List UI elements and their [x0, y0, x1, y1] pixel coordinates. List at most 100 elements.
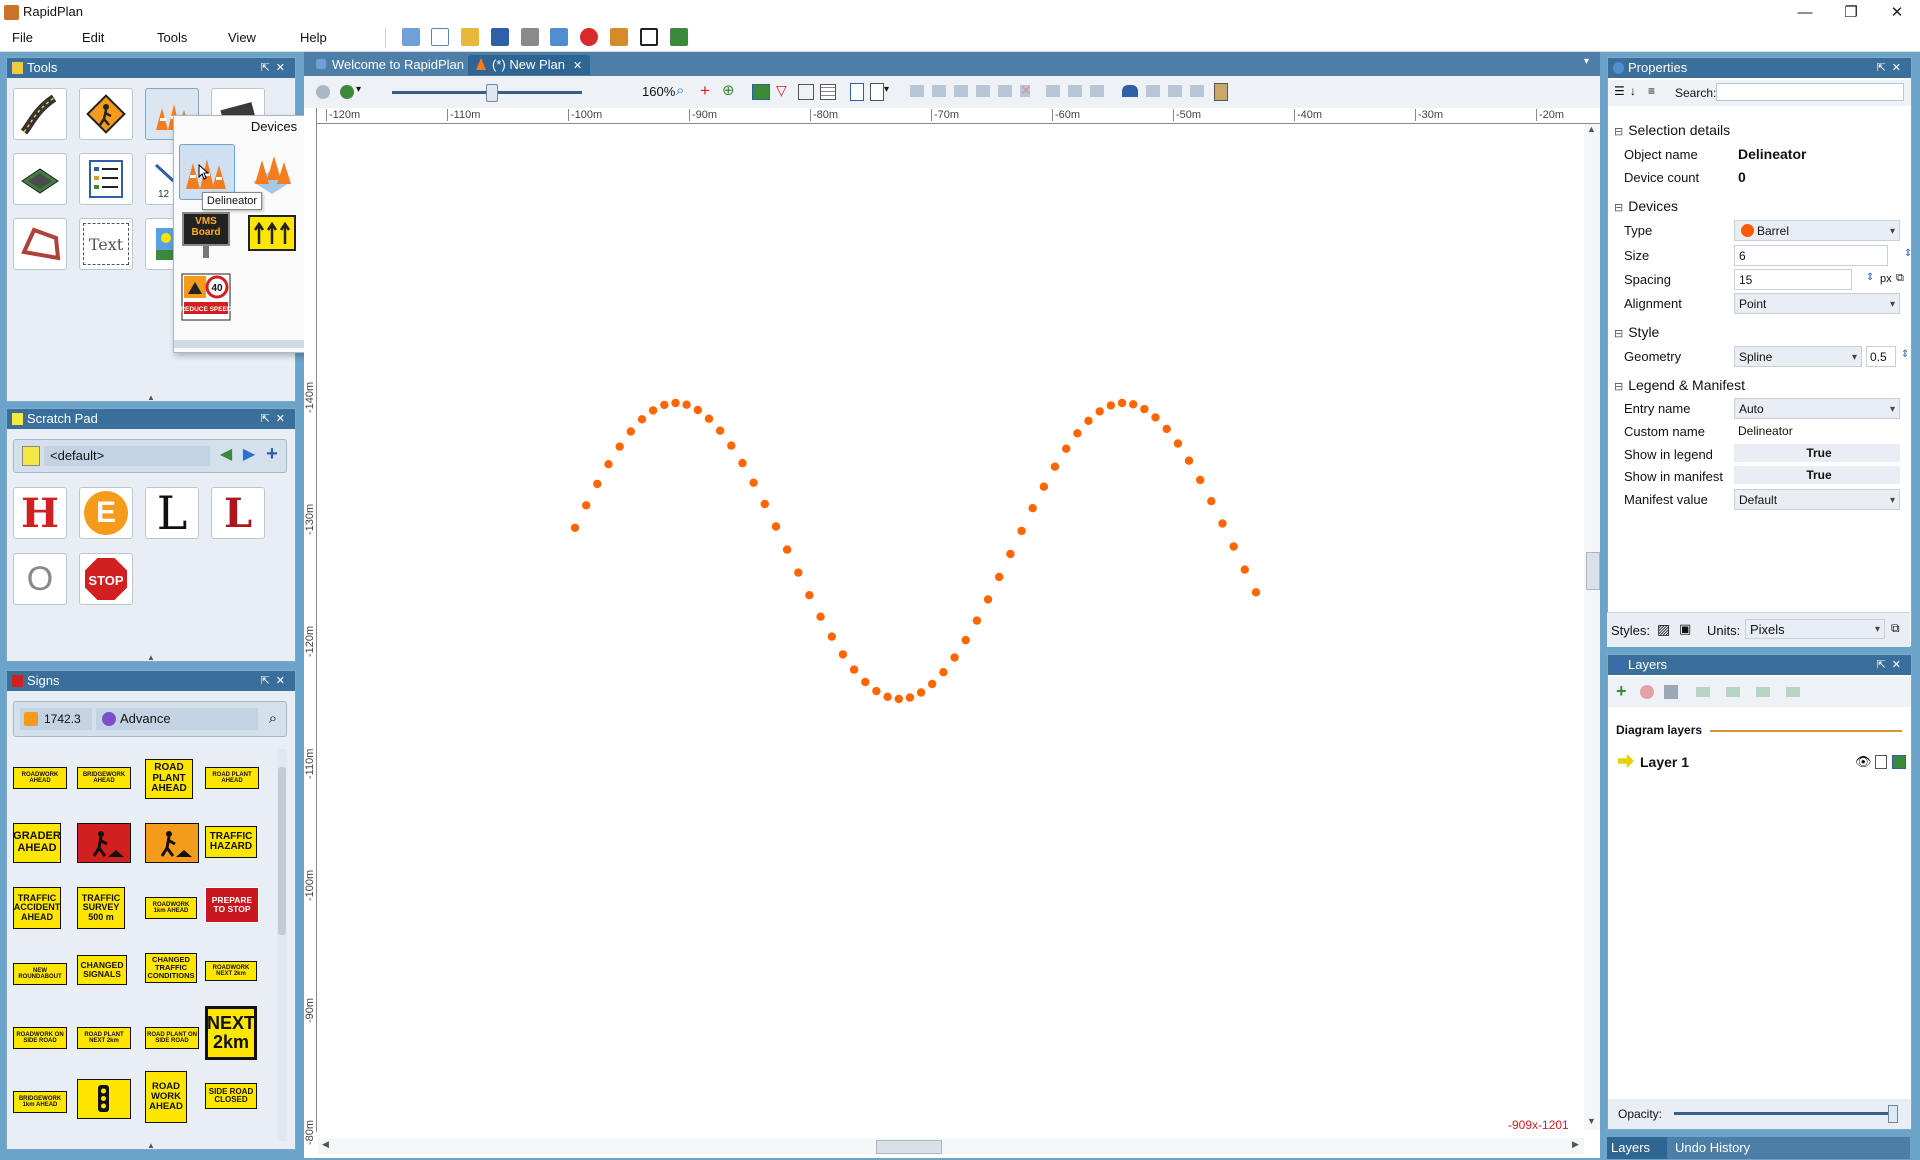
delineator-dot[interactable]	[1207, 497, 1216, 506]
globe-icon[interactable]	[316, 85, 330, 99]
entry-name-select[interactable]: Auto	[1734, 398, 1900, 420]
delineator-dot[interactable]	[671, 398, 680, 408]
map-icon[interactable]	[340, 85, 354, 99]
panel-pin-close-icon[interactable]: ⇱✕	[261, 58, 291, 78]
binoculars-icon[interactable]: ⌕	[264, 710, 282, 728]
delineator-dot[interactable]	[905, 693, 915, 702]
tab-undo-history[interactable]: Undo History	[1671, 1137, 1775, 1159]
scratch-item[interactable]: L	[211, 487, 265, 539]
scratch-item[interactable]: STOP	[79, 553, 133, 605]
sign-item[interactable]: NEW ROUNDABOUT	[13, 963, 67, 985]
opacity-track[interactable]	[1674, 1112, 1896, 1115]
canvas-vscroll[interactable]: ▲ ▼	[1584, 124, 1600, 1130]
minimize-button[interactable]: —	[1782, 0, 1828, 25]
geometry-select[interactable]: Spline	[1734, 346, 1862, 368]
scratch-pad-select[interactable]: <default>	[44, 446, 210, 466]
delineator-dot[interactable]	[1117, 398, 1127, 408]
signs-scrollbar[interactable]	[277, 749, 287, 1141]
section-legend-manifest[interactable]: Legend & Manifest	[1614, 377, 1745, 393]
sign-item[interactable]: CHANGED SIGNALS	[77, 955, 127, 985]
sign-item[interactable]: GRADER AHEAD	[13, 823, 61, 863]
sign-item[interactable]: TRAFFIC HAZARD	[205, 826, 257, 858]
sign-item[interactable]: ROAD PLANT ON SIDE ROAD	[145, 1027, 199, 1049]
sign-item[interactable]: ROADWORK ON SIDE ROAD	[13, 1027, 67, 1049]
canvas-hscroll[interactable]: ◀ ▶	[318, 1138, 1584, 1154]
delineator-dot[interactable]	[1095, 407, 1104, 416]
properties-search-input[interactable]	[1716, 83, 1904, 101]
layer-properties-icon[interactable]	[1664, 685, 1678, 699]
undo-icon[interactable]	[1122, 85, 1138, 97]
sign-item[interactable]: CHANGED TRAFFIC CONDITIONS	[145, 953, 197, 983]
units-link-icon[interactable]: ⧉	[1891, 621, 1900, 636]
sign-item[interactable]: ROAD PLANT AHEAD	[205, 767, 259, 789]
alignment-select[interactable]: Point	[1734, 293, 1900, 315]
panel-pin-close-icon[interactable]: ⇱✕	[1877, 58, 1907, 78]
add-layer-icon[interactable]: +	[1616, 681, 1627, 702]
delineator-dot[interactable]	[995, 572, 1004, 582]
crosshair-icon[interactable]: +	[700, 81, 710, 101]
delineator-dot[interactable]	[1006, 549, 1015, 559]
canvas-hscroll-thumb[interactable]	[876, 1140, 942, 1154]
scroll-down-icon[interactable]: ▼	[1587, 1116, 1596, 1126]
show-manifest-toggle[interactable]: True	[1734, 466, 1900, 484]
delineator-dot[interactable]	[939, 668, 948, 677]
layer-row[interactable]: Layer 1 👁	[1608, 749, 1911, 775]
cones-on-base-device-button[interactable]	[245, 144, 299, 198]
sign-item[interactable]: ROAD PLANT AHEAD	[145, 759, 193, 799]
surface-tool-icon[interactable]	[13, 153, 67, 205]
size-spinner-icon[interactable]: ⇕	[1904, 248, 1912, 259]
page-setup-icon[interactable]	[870, 83, 884, 101]
map-dropdown-icon[interactable]: ▾	[356, 84, 361, 95]
delineator-dot[interactable]	[950, 653, 959, 662]
spacing-input[interactable]: 15	[1734, 269, 1852, 290]
sign-item[interactable]: ROAD WORK AHEAD	[145, 1071, 187, 1123]
table-icon[interactable]	[820, 84, 836, 100]
delineator-dot[interactable]	[648, 406, 658, 415]
zoom-slider-thumb[interactable]	[485, 84, 498, 102]
delineator-dot[interactable]	[1162, 424, 1171, 434]
close-doc-icon[interactable]	[580, 28, 598, 46]
delineator-dot[interactable]	[1151, 413, 1160, 422]
delineator-dot[interactable]	[704, 414, 714, 423]
canvas-vscroll-thumb[interactable]	[1586, 552, 1600, 590]
categorized-icon[interactable]: ☰	[1614, 84, 1625, 98]
delineator-dot[interactable]	[849, 665, 859, 674]
delineator-dot[interactable]	[794, 568, 803, 577]
delineator-dot[interactable]	[1050, 462, 1060, 471]
units-select[interactable]: Pixels	[1745, 619, 1885, 640]
tab-close-icon[interactable]: ✕	[573, 60, 582, 72]
panel-grip-icon[interactable]: ▲	[147, 653, 155, 662]
size-input[interactable]: 6	[1734, 245, 1888, 266]
sign-item[interactable]	[145, 823, 199, 863]
export-icon[interactable]	[550, 28, 568, 46]
sign-item[interactable]: PREPARE TO STOP	[205, 887, 259, 923]
tension-input[interactable]: 0.5	[1866, 346, 1896, 367]
list-view-icon[interactable]: ≡	[1648, 84, 1655, 98]
delineator-dot[interactable]	[582, 501, 591, 510]
menu-edit[interactable]: Edit	[82, 30, 104, 45]
delineator-dot[interactable]	[1140, 404, 1149, 414]
delineator-dot[interactable]	[928, 679, 937, 689]
scratch-item[interactable]: H	[13, 487, 67, 539]
delineator-dot[interactable]	[1106, 401, 1116, 410]
scratch-item[interactable]: O	[13, 553, 67, 605]
sign-item[interactable]: ROADWORK NEXT 2km	[205, 961, 257, 981]
section-devices[interactable]: Devices	[1614, 198, 1678, 214]
delineator-dot[interactable]	[1028, 504, 1037, 513]
reduce-speed-device-button[interactable]: 40 REDUCE SPEED	[179, 272, 233, 326]
delineator-dot[interactable]	[570, 523, 580, 532]
signs-scroll-thumb[interactable]	[278, 767, 286, 935]
page-dropdown-icon[interactable]: ▾	[884, 84, 889, 95]
panel-pin-close-icon[interactable]: ⇱✕	[1877, 655, 1907, 675]
delineator-dot[interactable]	[715, 426, 725, 435]
sign-item[interactable]: ROADWORK 1km AHEAD	[145, 897, 197, 919]
image-icon[interactable]	[752, 84, 770, 100]
snap-icon[interactable]: ⊕	[722, 81, 735, 99]
menu-tools[interactable]: Tools	[157, 30, 187, 45]
section-selection-details[interactable]: Selection details	[1614, 122, 1730, 138]
type-select[interactable]: Barrel	[1734, 220, 1900, 242]
delineator-dot[interactable]	[1017, 526, 1026, 536]
add-icon[interactable]: +	[263, 444, 281, 464]
section-style[interactable]: Style	[1614, 324, 1659, 340]
sign-item[interactable]: BRIDGEWORK 1km AHEAD	[13, 1091, 67, 1113]
